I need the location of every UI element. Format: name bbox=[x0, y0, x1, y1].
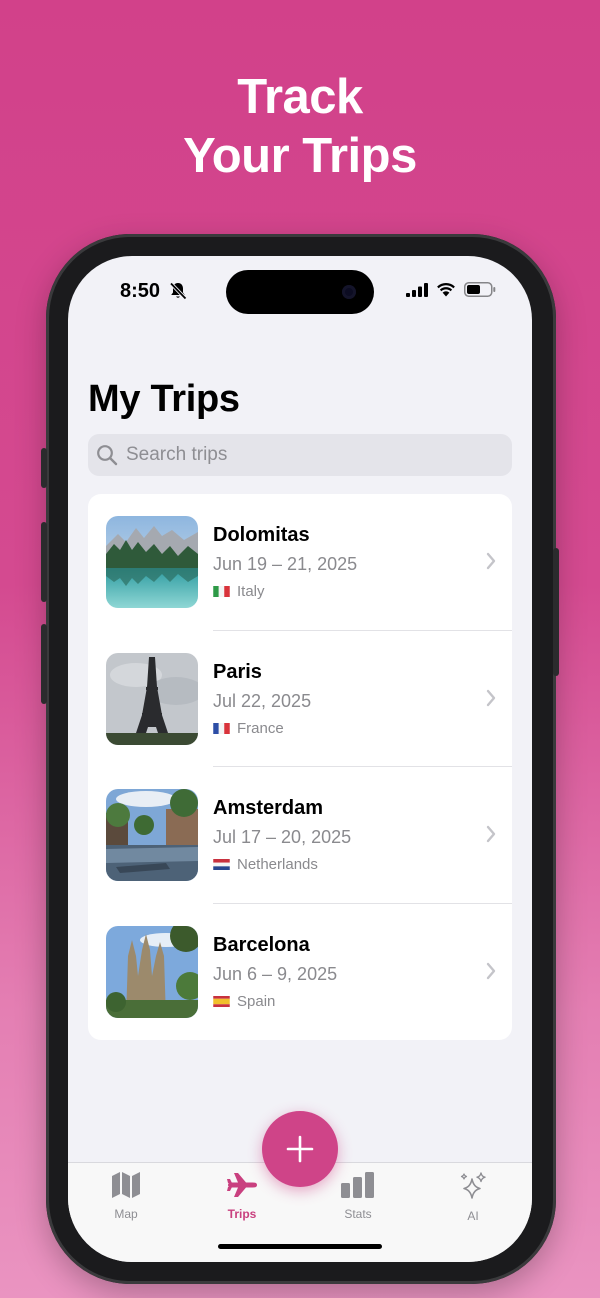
trip-country: Spain bbox=[213, 993, 275, 1010]
italy-flag-icon bbox=[213, 586, 230, 597]
plus-icon bbox=[286, 1135, 314, 1163]
dynamic-island bbox=[226, 270, 374, 314]
volume-up-button bbox=[41, 522, 47, 602]
bell-slash-icon bbox=[169, 282, 187, 300]
france-flag-icon bbox=[213, 722, 230, 734]
netherlands-flag-icon bbox=[213, 859, 230, 870]
chevron-right-icon bbox=[486, 552, 496, 570]
tab-stats[interactable]: Stats bbox=[318, 1171, 398, 1221]
spain-flag-icon bbox=[213, 995, 230, 1007]
status-time: 8:50 bbox=[120, 280, 161, 302]
search-bar[interactable] bbox=[88, 434, 512, 476]
camera-icon bbox=[342, 285, 356, 299]
promo-line-2: Your Trips bbox=[183, 129, 417, 183]
trip-country-label: France bbox=[237, 719, 284, 737]
trip-row-paris[interactable]: Paris Jul 22, 2025 France bbox=[88, 631, 512, 767]
action-button bbox=[41, 448, 47, 488]
trip-name: Barcelona bbox=[213, 933, 310, 956]
trip-photo-paris bbox=[106, 652, 198, 745]
trip-country: Netherlands bbox=[213, 856, 318, 873]
status-icons bbox=[406, 282, 496, 297]
chevron-right-icon bbox=[486, 825, 496, 843]
trip-name: Amsterdam bbox=[213, 797, 324, 819]
airplane-icon bbox=[227, 1173, 257, 1197]
trip-list: Dolomitas Jun 19 – 21, 2025 Italy Paris … bbox=[88, 494, 512, 1040]
trip-country-label: Netherlands bbox=[237, 856, 318, 873]
trip-dates: Jul 17 – 20, 2025 bbox=[213, 827, 352, 847]
phone-screen: 8:50 My Trips Search trips Dolomitas Jun… bbox=[68, 256, 532, 1262]
trip-name: Dolomitas bbox=[213, 524, 310, 546]
volume-down-button bbox=[41, 624, 47, 704]
tab-map[interactable]: Map bbox=[86, 1171, 166, 1221]
trip-country-label: Spain bbox=[237, 992, 276, 1010]
power-button bbox=[553, 548, 559, 676]
tab-label: Stats bbox=[344, 1207, 372, 1221]
add-trip-button[interactable] bbox=[262, 1111, 338, 1187]
home-indicator[interactable] bbox=[218, 1244, 382, 1249]
sparkles-icon bbox=[460, 1172, 486, 1199]
tab-label: Trips bbox=[227, 1207, 257, 1221]
tab-ai[interactable]: AI bbox=[433, 1171, 513, 1223]
trip-dates: Jul 22, 2025 bbox=[213, 690, 312, 711]
cellular-signal-icon bbox=[406, 282, 428, 297]
promo-line-1: Track bbox=[237, 70, 363, 124]
trip-photo-barcelona bbox=[106, 925, 198, 1018]
chevron-right-icon bbox=[486, 689, 496, 706]
trip-name: Paris bbox=[213, 660, 262, 683]
trip-country: France bbox=[213, 720, 284, 737]
trip-country: Italy bbox=[213, 583, 265, 600]
trip-dates: Jun 19 – 21, 2025 bbox=[213, 554, 358, 574]
tab-trips[interactable]: Trips bbox=[202, 1171, 282, 1221]
trip-photo-amsterdam bbox=[106, 789, 198, 881]
tab-label: AI bbox=[467, 1209, 479, 1223]
battery-icon bbox=[464, 282, 496, 297]
promo-headline: Track Your Trips bbox=[0, 68, 600, 186]
search-input[interactable] bbox=[126, 444, 486, 466]
search-icon bbox=[97, 445, 118, 466]
wifi-icon bbox=[437, 282, 455, 297]
trip-row-dolomitas[interactable]: Dolomitas Jun 19 – 21, 2025 Italy bbox=[88, 494, 512, 631]
trip-country-label: Italy bbox=[237, 583, 265, 600]
trip-photo-dolomitas bbox=[106, 516, 198, 608]
chevron-right-icon bbox=[486, 962, 496, 979]
trip-dates: Jun 6 – 9, 2025 bbox=[213, 963, 338, 984]
chart-icon bbox=[341, 1172, 374, 1198]
trip-row-barcelona[interactable]: Barcelona Jun 6 – 9, 2025 Spain bbox=[88, 904, 512, 1041]
trip-row-amsterdam[interactable]: Amsterdam Jul 17 – 20, 2025 Netherlands bbox=[88, 767, 512, 904]
map-icon bbox=[112, 1172, 140, 1198]
tab-label: Map bbox=[114, 1207, 138, 1221]
page-title: My Trips bbox=[88, 378, 240, 420]
